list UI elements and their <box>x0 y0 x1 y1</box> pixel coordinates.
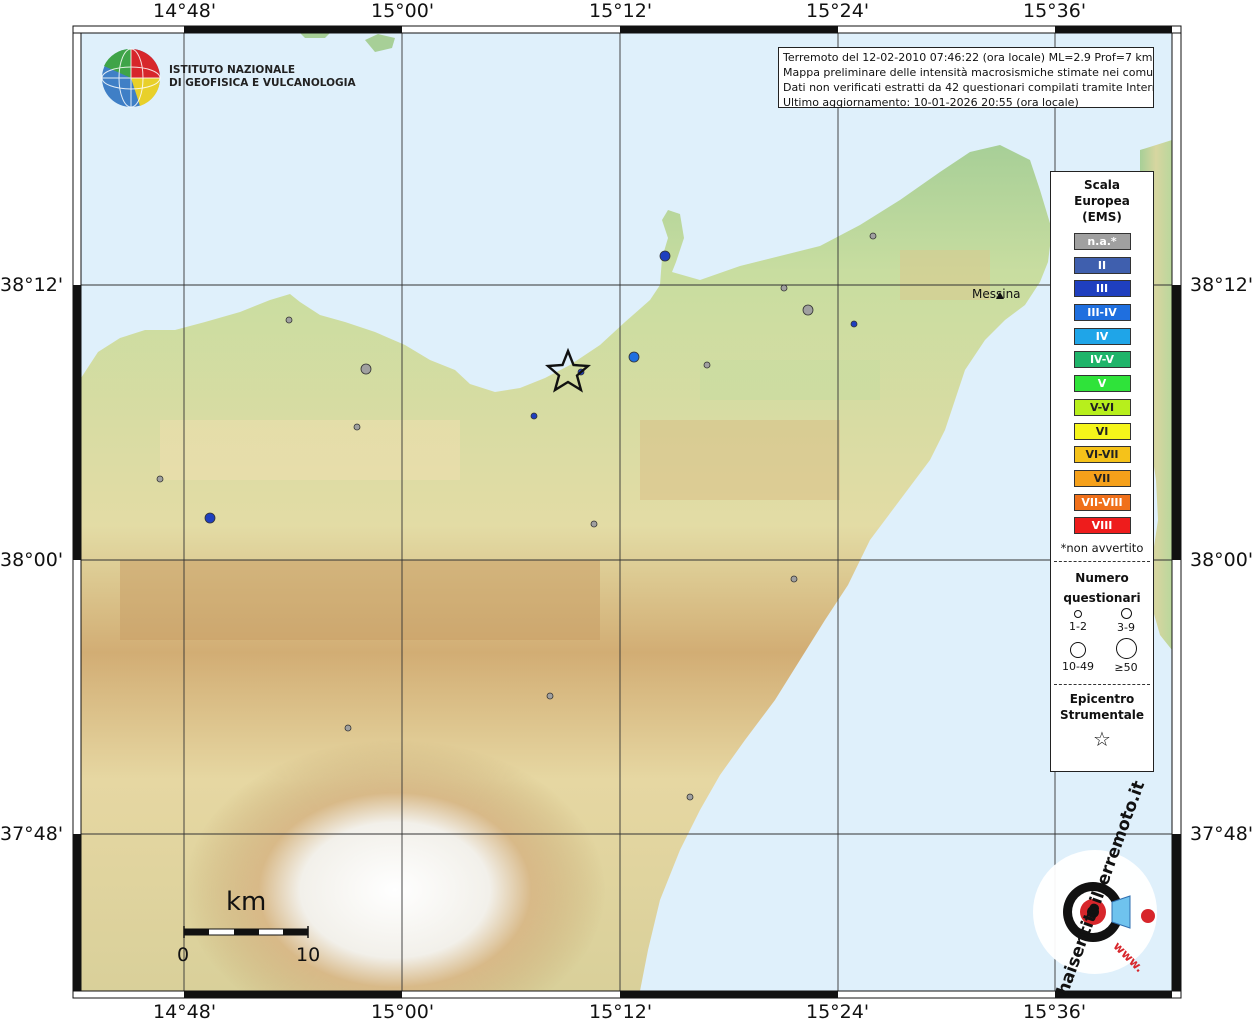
intensity-point <box>659 250 671 262</box>
legend-size-grid: 1-2 3-9 10-49 ≥50 <box>1051 607 1153 678</box>
legend-swatch: V <box>1073 375 1131 393</box>
event-info-line: Ultimo aggiornamento: 10-01-2026 20:55 (… <box>783 96 1079 108</box>
size-50-plus: ≥50 <box>1103 637 1149 674</box>
legend-intensity-list: n.a.* II III III-IV IV IV-V V V-VI VI VI-VII VII VI… <box>1051 233 1153 535</box>
size-circle-icon <box>1070 641 1086 658</box>
legend-swatch: III-IV <box>1073 304 1131 322</box>
lon-label-top: 15°24' <box>806 0 870 22</box>
event-info-line: Mappa preliminare delle intensità macros… <box>783 66 1154 79</box>
legend-count-line: questionari <box>1063 590 1141 605</box>
logo-line: ISTITUTO NAZIONALE <box>169 64 296 76</box>
city-label-messina: Messina <box>972 287 1021 301</box>
intensity-point <box>850 320 858 328</box>
lat-label-left: 38°00' <box>0 549 64 571</box>
legend-title-line: (EMS) <box>1082 210 1122 224</box>
intensity-point <box>360 363 372 375</box>
ingv-logo-text: ISTITUTO NAZIONALE DI GEOFISICA E VULCAN… <box>169 64 356 90</box>
event-info-line: Dati non verificati estratti da 42 quest… <box>783 81 1154 94</box>
size-label: 3-9 <box>1117 620 1135 634</box>
lat-label-right: 37°48' <box>1190 823 1254 845</box>
legend-divider <box>1054 560 1150 562</box>
lon-label-bottom: 15°00' <box>371 1001 435 1023</box>
event-info-box: Terremoto del 12-02-2010 07:46:22 (ora l… <box>778 47 1154 108</box>
lon-label-bottom: 15°12' <box>589 1001 653 1023</box>
legend-swatch: VII <box>1073 469 1131 487</box>
size-3-9: 3-9 <box>1103 607 1149 634</box>
intensity-point <box>628 351 640 363</box>
lat-label-right: 38°12' <box>1190 274 1254 296</box>
intensity-point <box>546 692 554 700</box>
legend-swatch: n.a.* <box>1073 233 1131 250</box>
legend-swatch: IV-V <box>1073 351 1131 369</box>
intensity-point <box>353 423 361 431</box>
scale-end-label: 10 <box>296 944 321 966</box>
intensity-point <box>285 316 293 324</box>
intensity-point <box>780 284 788 292</box>
island <box>300 33 330 38</box>
intensity-point <box>156 475 164 483</box>
intensity-point <box>686 793 694 801</box>
lon-label-top: 15°12' <box>589 0 653 22</box>
size-circle-icon <box>1074 609 1082 618</box>
legend-star-icon: ☆ <box>1093 726 1111 751</box>
intensity-point <box>204 512 216 524</box>
size-circle-icon <box>1120 607 1132 619</box>
legend-note: *non avvertito <box>1060 540 1144 555</box>
size-10-49: 10-49 <box>1055 641 1101 673</box>
lat-label-left: 37°48' <box>0 823 64 845</box>
size-label: 10-49 <box>1062 659 1094 673</box>
scale-start-label: 0 <box>177 944 190 966</box>
intensity-point <box>869 232 877 240</box>
lat-label-right: 38°00' <box>1190 549 1254 571</box>
size-circle-icon <box>1115 637 1137 659</box>
ingv-logo-icon <box>101 48 161 108</box>
legend-swatch: VIII <box>1073 517 1131 535</box>
legend-epi-line: Epicentro <box>1069 691 1135 706</box>
lon-label-top: 14°48' <box>153 0 217 22</box>
lon-label-bottom: 15°36' <box>1023 1001 1087 1023</box>
ems-legend: Scala Europea (EMS) n.a.* II III III-IV IV IV… <box>1050 171 1154 772</box>
legend-swatch: VI-VII <box>1073 446 1131 464</box>
size-label: ≥50 <box>1114 660 1138 674</box>
legend-swatch: II <box>1073 256 1131 274</box>
intensity-point <box>530 412 538 420</box>
legend-swatch: V-VI <box>1073 398 1131 416</box>
intensity-point <box>590 520 598 528</box>
legend-divider <box>1054 683 1150 685</box>
legend-title-line: Scala <box>1083 178 1121 192</box>
legend-swatch: III <box>1073 280 1131 298</box>
legend-swatch: VI <box>1073 422 1131 440</box>
size-1-2: 1-2 <box>1055 609 1101 633</box>
legend-count-line: Numero <box>1075 570 1129 585</box>
logo-line: DI GEOFISICA E VULCANOLOGIA <box>169 77 356 89</box>
legend-swatch: IV <box>1073 327 1131 345</box>
legend-epi-line: Strumentale <box>1059 707 1145 722</box>
intensity-point <box>703 361 711 369</box>
event-info-line: Terremoto del 12-02-2010 07:46:22 (ora l… <box>783 51 1153 64</box>
intensity-point <box>344 724 352 732</box>
legend-swatch: VII-VIII <box>1073 493 1131 511</box>
legend-title: Scala Europea (EMS) <box>1051 177 1153 225</box>
lon-label-bottom: 15°24' <box>806 1001 870 1023</box>
size-label: 1-2 <box>1069 619 1087 633</box>
lon-label-bottom: 14°48' <box>153 1001 217 1023</box>
scale-unit-label: km <box>226 887 267 917</box>
lon-label-top: 15°00' <box>371 0 435 22</box>
legend-count-title: Numero questionari <box>1051 568 1153 608</box>
lat-label-left: 38°12' <box>0 274 64 296</box>
intensity-point <box>790 575 798 583</box>
lon-label-top: 15°36' <box>1023 0 1087 22</box>
intensity-point <box>802 304 814 316</box>
legend-title-line: Europea <box>1074 194 1130 208</box>
legend-epicenter-title: Epicentro Strumentale <box>1051 691 1153 723</box>
